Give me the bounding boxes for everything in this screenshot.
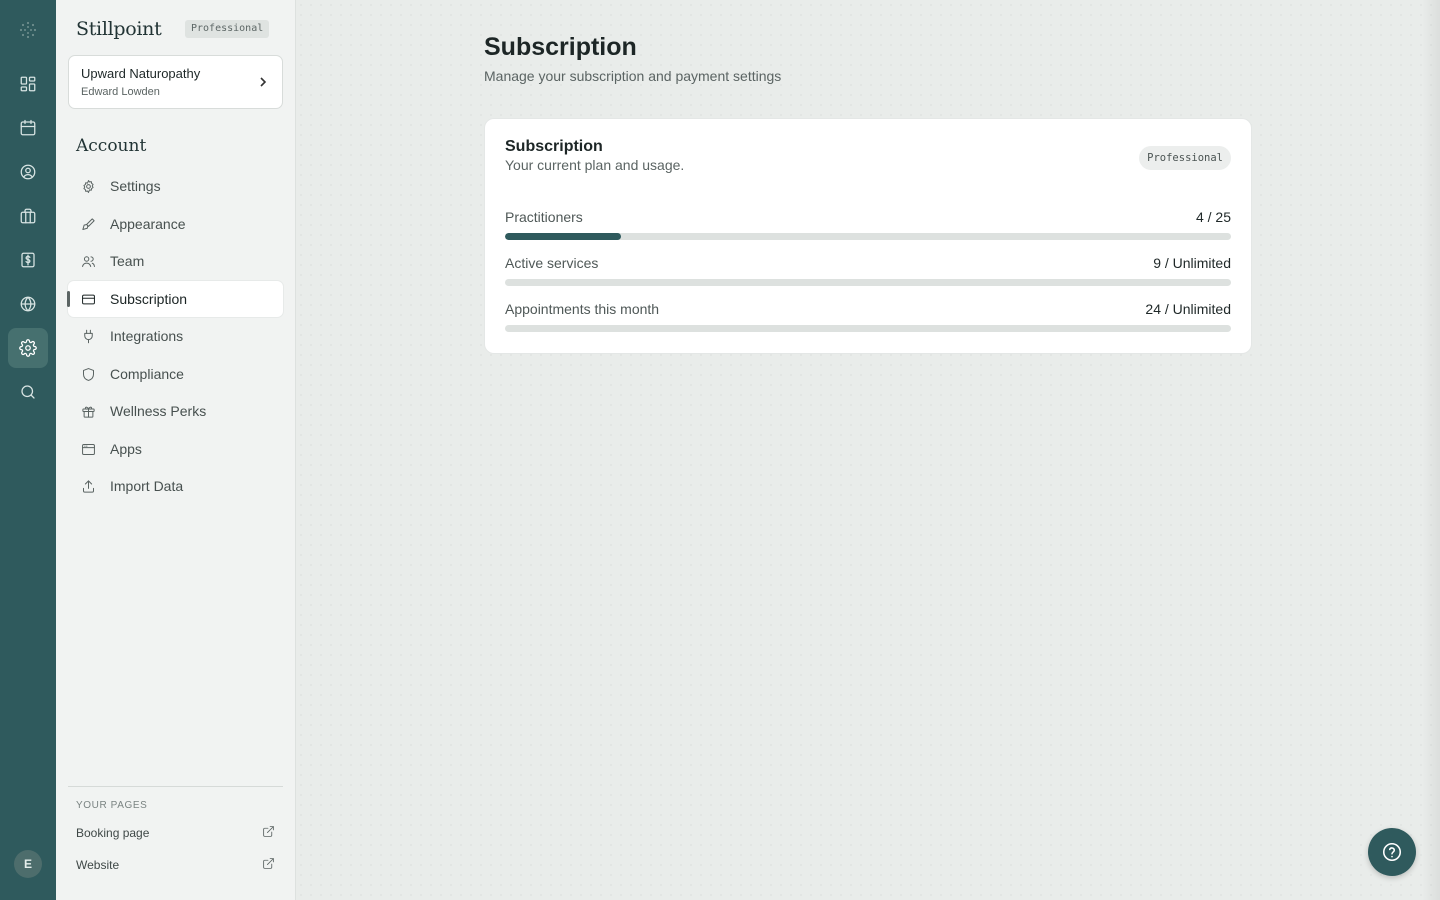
- credit-card-icon: [80, 291, 96, 307]
- dashboard-icon[interactable]: [8, 64, 48, 104]
- user-circle-icon[interactable]: [8, 152, 48, 192]
- booking-page-link[interactable]: Booking page: [76, 825, 275, 841]
- gift-icon: [80, 403, 96, 419]
- sidebar-item-label: Integrations: [110, 328, 184, 344]
- paintbrush-icon: [80, 216, 96, 232]
- sidebar-item-label: Appearance: [110, 216, 186, 232]
- chevron-right-icon: [258, 75, 268, 89]
- sidebar-item-apps[interactable]: Apps: [68, 431, 283, 467]
- billing-icon[interactable]: [8, 240, 48, 280]
- org-switcher[interactable]: Upward Naturopathy Edward Lowden: [68, 55, 283, 109]
- section-title: Account: [76, 136, 147, 156]
- sidebar-item-label: Compliance: [110, 366, 184, 382]
- page-link-label: Booking page: [76, 826, 150, 840]
- main-content: Subscription Manage your subscription an…: [296, 0, 1440, 900]
- briefcase-icon[interactable]: [8, 196, 48, 236]
- sidebar-item-label: Apps: [110, 441, 142, 457]
- gear-icon: [80, 178, 96, 194]
- plan-badge: Professional: [1139, 146, 1231, 170]
- sidebar-item-label: Subscription: [110, 291, 188, 307]
- usage-value: 24 / Unlimited: [1145, 301, 1231, 317]
- brand-name: Stillpoint: [76, 18, 162, 40]
- usage-progress-bar: [505, 233, 1231, 240]
- app-window-icon: [80, 441, 96, 457]
- app-logo-icon[interactable]: [16, 18, 40, 42]
- plan-tag: Professional: [185, 20, 270, 38]
- usage-progress-fill: [505, 233, 622, 240]
- page-link-label: Website: [76, 858, 120, 872]
- pages-heading: YOUR PAGES: [76, 800, 148, 811]
- help-icon: [1382, 842, 1402, 862]
- sidebar-item-appearance[interactable]: Appearance: [68, 206, 283, 242]
- external-link-icon: [262, 825, 275, 841]
- search-icon[interactable]: [8, 372, 48, 412]
- calendar-icon[interactable]: [8, 108, 48, 148]
- sidebar-item-subscription[interactable]: Subscription: [67, 281, 283, 317]
- plug-icon: [80, 328, 96, 344]
- usage-label: Practitioners: [505, 209, 583, 225]
- sidebar-item-label: Team: [110, 253, 145, 269]
- help-button[interactable]: [1368, 828, 1416, 876]
- usage-value: 9 / Unlimited: [1153, 255, 1231, 271]
- sidebar-item-wellness-perks[interactable]: Wellness Perks: [68, 393, 283, 429]
- sidebar-item-settings[interactable]: Settings: [68, 168, 283, 204]
- website-link[interactable]: Website: [76, 857, 275, 873]
- org-user: Edward Lowden: [81, 86, 160, 98]
- sidebar-item-import-data[interactable]: Import Data: [68, 468, 283, 504]
- external-link-icon: [262, 857, 275, 873]
- sidebar-item-integrations[interactable]: Integrations: [68, 318, 283, 354]
- usage-label: Appointments this month: [505, 301, 660, 317]
- sidebar-item-label: Settings: [110, 178, 161, 194]
- usage-progress-bar: [505, 279, 1231, 286]
- page-subtitle: Manage your subscription and payment set…: [484, 68, 782, 84]
- usage-progress-bar: [505, 325, 1231, 332]
- page-title: Subscription: [484, 33, 637, 61]
- gear-icon[interactable]: [8, 328, 48, 368]
- card-subtitle: Your current plan and usage.: [505, 157, 685, 173]
- sidebar-item-compliance[interactable]: Compliance: [68, 356, 283, 392]
- settings-sidebar: Stillpoint Professional Upward Naturopat…: [56, 0, 296, 900]
- upload-icon: [80, 478, 96, 494]
- sidebar-item-label: Wellness Perks: [110, 403, 207, 419]
- card-title: Subscription: [505, 138, 603, 155]
- org-name: Upward Naturopathy: [81, 66, 201, 81]
- divider: [68, 786, 283, 787]
- sidebar-item-team[interactable]: Team: [68, 243, 283, 279]
- edge-shadow: [1422, 0, 1440, 900]
- globe-icon[interactable]: [8, 284, 48, 324]
- usage-label: Active services: [505, 255, 599, 271]
- shield-icon: [80, 366, 96, 382]
- avatar[interactable]: E: [14, 850, 42, 878]
- sidebar-item-label: Import Data: [110, 478, 184, 494]
- usage-value: 4 / 25: [1195, 209, 1231, 225]
- users-icon: [80, 253, 96, 269]
- icon-rail: E: [0, 0, 56, 900]
- subscription-card: Subscription Your current plan and usage…: [485, 119, 1251, 353]
